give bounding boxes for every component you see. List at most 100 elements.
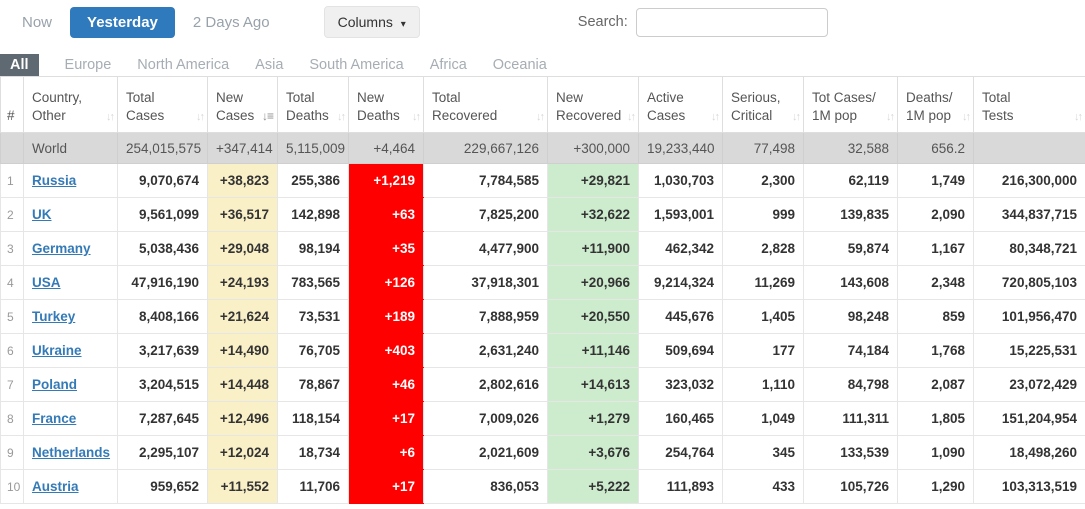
col-header-new-cases[interactable]: New Cases ↓≡ — [207, 76, 278, 133]
new-recovered-cell: +29,821 — [547, 163, 639, 198]
table-row: 5 Turkey 8,408,166 +21,624 73,531 +189 7,888,9… — [0, 299, 1085, 334]
country-link[interactable]: Austria — [32, 479, 79, 494]
total-deaths-cell: 18,734 — [277, 435, 349, 470]
rank-cell: 1 — [0, 163, 24, 198]
country-link[interactable]: Poland — [32, 377, 77, 392]
col-header-new-recovered[interactable]: New Recovered ↓↑ — [547, 76, 639, 133]
col-header-rank[interactable]: # — [0, 76, 24, 133]
total-deaths-cell: 118,154 — [277, 401, 349, 436]
columns-dropdown-button[interactable]: Columns ▾ — [323, 6, 420, 38]
rank-cell: 10 — [0, 469, 24, 504]
country-link[interactable]: USA — [32, 275, 61, 290]
country-link[interactable]: Netherlands — [32, 445, 110, 460]
country-link[interactable]: Russia — [32, 173, 76, 188]
rank-cell: 6 — [0, 333, 24, 368]
col-header-serious-critical[interactable]: Serious, Critical ↓↑ — [722, 76, 804, 133]
yesterday-button[interactable]: Yesterday — [70, 6, 175, 38]
two-days-ago-button[interactable]: 2 Days Ago — [181, 9, 282, 36]
col-header-label: Serious, Critical — [731, 89, 781, 123]
total-cases-cell: 2,295,107 — [117, 435, 208, 470]
col-header-total-tests[interactable]: Total Tests ↓↑ — [973, 76, 1085, 133]
active-cases-cell: 1,030,703 — [638, 163, 723, 198]
col-header-label: Country, Other — [32, 89, 83, 123]
world-serious-critical-cell: 77,498 — [722, 132, 804, 164]
col-header-total-recovered[interactable]: Total Recovered ↓↑ — [423, 76, 548, 133]
col-header-total-cases[interactable]: Total Cases ↓↑ — [117, 76, 208, 133]
country-cell: Ukraine — [23, 333, 118, 368]
total-deaths-cell: 783,565 — [277, 265, 349, 300]
new-deaths-cell: +1,219 — [348, 163, 424, 198]
new-cases-cell: +38,823 — [207, 163, 278, 198]
tab-all[interactable]: All — [0, 54, 39, 76]
active-cases-cell: 254,764 — [638, 435, 723, 470]
country-cell: UK — [23, 197, 118, 232]
total-tests-cell: 151,204,954 — [973, 401, 1085, 436]
country-link[interactable]: Turkey — [32, 309, 75, 324]
tab-europe[interactable]: Europe — [65, 54, 112, 76]
col-header-total-deaths[interactable]: Total Deaths ↓↑ — [277, 76, 349, 133]
now-button[interactable]: Now — [10, 9, 64, 36]
total-cases-cell: 3,204,515 — [117, 367, 208, 402]
search-area: Search: — [578, 7, 828, 37]
serious-critical-cell: 433 — [722, 469, 804, 504]
deaths-1m-cell: 2,348 — [897, 265, 974, 300]
total-deaths-cell: 98,194 — [277, 231, 349, 266]
deaths-1m-cell: 2,090 — [897, 197, 974, 232]
col-header-deaths-1m[interactable]: Deaths/ 1M pop ↓↑ — [897, 76, 974, 133]
table-row: 2 UK 9,561,099 +36,517 142,898 +63 7,825,200 +3… — [0, 197, 1085, 232]
table-row: 10 Austria 959,652 +11,552 11,706 +17 836,053 +… — [0, 469, 1085, 504]
country-cell: Austria — [23, 469, 118, 504]
world-country-cell: World — [23, 132, 118, 164]
total-deaths-cell: 76,705 — [277, 333, 349, 368]
tab-asia[interactable]: Asia — [255, 54, 283, 76]
col-header-new-deaths[interactable]: New Deaths ↓↑ — [348, 76, 424, 133]
tab-north-america[interactable]: North America — [137, 54, 229, 76]
col-header-country[interactable]: Country, Other ↓↑ — [23, 76, 118, 133]
active-cases-cell: 111,893 — [638, 469, 723, 504]
total-deaths-cell: 78,867 — [277, 367, 349, 402]
active-cases-cell: 160,465 — [638, 401, 723, 436]
deaths-1m-cell: 1,749 — [897, 163, 974, 198]
total-tests-cell: 23,072,429 — [973, 367, 1085, 402]
country-cell: Netherlands — [23, 435, 118, 470]
sort-both-icon: ↓↑ — [337, 111, 346, 123]
new-deaths-cell: +189 — [348, 299, 424, 334]
total-recovered-cell: 7,888,959 — [423, 299, 548, 334]
country-link[interactable]: UK — [32, 207, 52, 222]
table-row: 3 Germany 5,038,436 +29,048 98,194 +35 4,477,9… — [0, 231, 1085, 266]
sort-both-icon: ↓↑ — [627, 111, 636, 123]
new-cases-cell: +12,024 — [207, 435, 278, 470]
tab-south-america[interactable]: South America — [309, 54, 403, 76]
tab-oceania[interactable]: Oceania — [493, 54, 547, 76]
new-cases-cell: +24,193 — [207, 265, 278, 300]
total-tests-cell: 344,837,715 — [973, 197, 1085, 232]
col-header-tot-cases-1m[interactable]: Tot Cases/ 1M pop ↓↑ — [803, 76, 898, 133]
sort-both-icon: ↓↑ — [106, 111, 115, 123]
total-tests-cell: 720,805,103 — [973, 265, 1085, 300]
tot-cases-1m-cell: 74,184 — [803, 333, 898, 368]
total-tests-cell: 216,300,000 — [973, 163, 1085, 198]
search-input[interactable] — [635, 7, 828, 37]
world-total-deaths-cell: 5,115,009 — [277, 132, 349, 164]
tab-africa[interactable]: Africa — [430, 54, 467, 76]
new-recovered-cell: +1,279 — [547, 401, 639, 436]
world-active-cases-cell: 19,233,440 — [638, 132, 723, 164]
total-tests-cell: 80,348,721 — [973, 231, 1085, 266]
tot-cases-1m-cell: 62,119 — [803, 163, 898, 198]
tot-cases-1m-cell: 105,726 — [803, 469, 898, 504]
serious-critical-cell: 1,405 — [722, 299, 804, 334]
table-row: 7 Poland 3,204,515 +14,448 78,867 +46 2,802,61… — [0, 367, 1085, 402]
country-link[interactable]: Germany — [32, 241, 91, 256]
rank-cell: 3 — [0, 231, 24, 266]
country-link[interactable]: France — [32, 411, 76, 426]
country-cell: Russia — [23, 163, 118, 198]
active-cases-cell: 445,676 — [638, 299, 723, 334]
col-header-active-cases[interactable]: Active Cases ↓↑ — [638, 76, 723, 133]
new-deaths-cell: +6 — [348, 435, 424, 470]
col-header-label: # — [7, 107, 15, 123]
col-header-label: Active Cases — [647, 89, 686, 123]
rank-cell: 5 — [0, 299, 24, 334]
country-link[interactable]: Ukraine — [32, 343, 82, 358]
new-cases-cell: +14,490 — [207, 333, 278, 368]
total-tests-cell: 101,956,470 — [973, 299, 1085, 334]
